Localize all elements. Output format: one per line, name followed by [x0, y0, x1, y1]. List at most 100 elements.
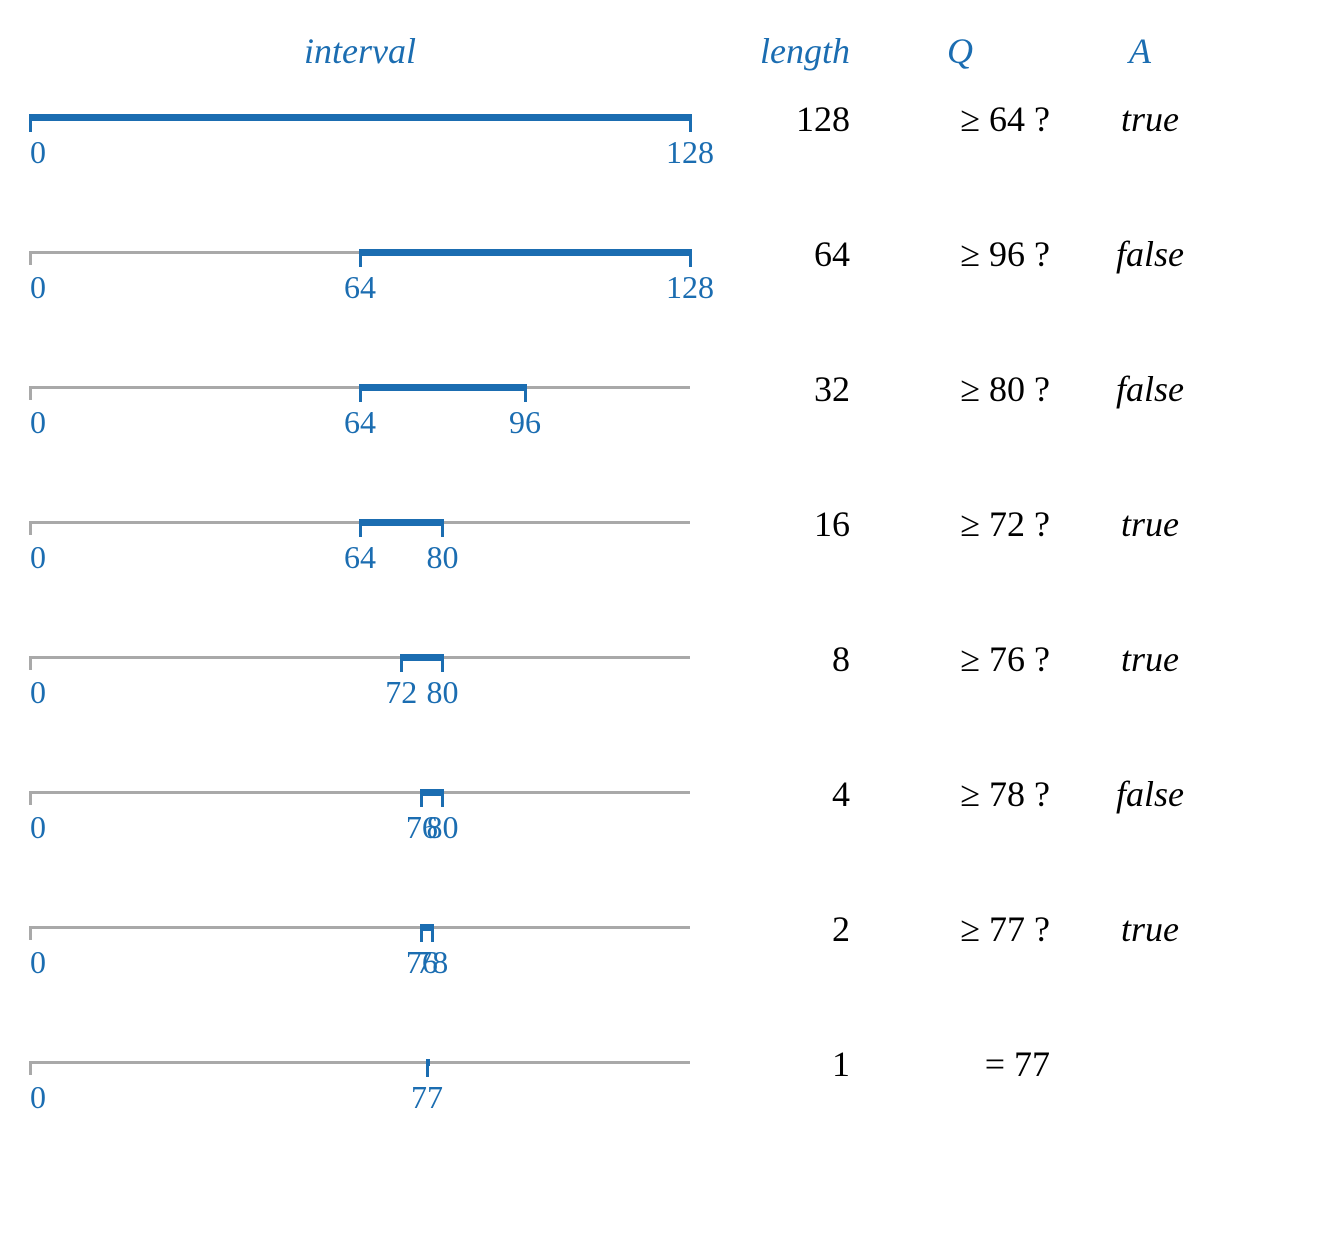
tick-label: 64 [344, 269, 376, 306]
active-interval [360, 519, 443, 526]
length-value: 16 [700, 503, 860, 545]
answer-value: true [1060, 98, 1230, 140]
tick [29, 656, 32, 670]
tick-label: 0 [30, 944, 46, 981]
answer-value: true [1060, 638, 1230, 680]
header-row: interval length Q A [20, 30, 1312, 72]
tick [359, 249, 362, 267]
query-value: ≥ 64 ? [860, 98, 1060, 140]
tick-label: 0 [30, 539, 46, 576]
step-row: 0649632≥ 80 ?false [20, 382, 1312, 462]
length-value: 64 [700, 233, 860, 275]
interval-cell: 07280 [20, 652, 700, 662]
range-line [30, 791, 690, 794]
active-interval [360, 384, 525, 391]
tick-label: 80 [427, 539, 459, 576]
step-row: 06412864≥ 96 ?false [20, 247, 1312, 327]
tick-label: 0 [30, 674, 46, 711]
range-line [30, 656, 690, 659]
tick [441, 789, 444, 807]
step-meta: 64≥ 96 ?false [700, 233, 1230, 273]
interval-cell: 07680 [20, 787, 700, 797]
answer-value: false [1060, 233, 1230, 275]
interval-header: interval [20, 30, 700, 72]
answer-value: false [1060, 368, 1230, 410]
tick [29, 114, 32, 132]
tick [29, 791, 32, 805]
query-value: ≥ 96 ? [860, 233, 1060, 275]
step-row: 076804≥ 78 ?false [20, 787, 1312, 867]
interval-cell: 064128 [20, 247, 700, 257]
interval-axis: 077 [20, 1057, 700, 1067]
active-interval [401, 654, 442, 661]
tick [441, 519, 444, 537]
tick [29, 386, 32, 400]
interval-cell: 077 [20, 1057, 700, 1067]
interval-cell: 06480 [20, 517, 700, 527]
tick [29, 251, 32, 265]
tick [689, 249, 692, 267]
query-value: ≥ 72 ? [860, 503, 1060, 545]
tick [524, 384, 527, 402]
tick-label: 0 [30, 809, 46, 846]
tick [29, 521, 32, 535]
tick-label: 64 [344, 404, 376, 441]
step-row: 0128128≥ 64 ?true [20, 112, 1312, 192]
interval-cell: 0128 [20, 112, 700, 122]
length-value: 1 [700, 1043, 860, 1085]
step-row: 076782≥ 77 ?true [20, 922, 1312, 1002]
tick [426, 1059, 429, 1077]
interval-axis: 0128 [20, 112, 700, 122]
step-row: 0771= 77 [20, 1057, 1312, 1137]
length-header: length [700, 30, 860, 72]
step-meta: 8≥ 76 ?true [700, 638, 1230, 678]
step-row: 0648016≥ 72 ?true [20, 517, 1312, 597]
step-meta: 32≥ 80 ?false [700, 368, 1230, 408]
diagram-container: interval length Q A 0128128≥ 64 ?true064… [20, 30, 1312, 1137]
interval-axis: 06496 [20, 382, 700, 392]
a-header: A [1060, 30, 1220, 72]
range-line [30, 1061, 690, 1064]
active-interval [360, 249, 690, 256]
length-value: 8 [700, 638, 860, 680]
tick-label: 128 [666, 269, 714, 306]
query-value: ≥ 76 ? [860, 638, 1060, 680]
tick-label: 80 [427, 674, 459, 711]
tick [420, 924, 423, 942]
interval-axis: 07678 [20, 922, 700, 932]
q-header: Q [860, 30, 1060, 72]
interval-axis: 07280 [20, 652, 700, 662]
length-value: 2 [700, 908, 860, 950]
tick [420, 789, 423, 807]
tick-label: 0 [30, 269, 46, 306]
tick [29, 1061, 32, 1075]
tick [431, 924, 434, 942]
tick-label: 128 [666, 134, 714, 171]
tick-label: 0 [30, 404, 46, 441]
tick [400, 654, 403, 672]
tick-label: 64 [344, 539, 376, 576]
range-line [30, 926, 690, 929]
tick [689, 114, 692, 132]
step-meta: 128≥ 64 ?true [700, 98, 1230, 138]
active-interval [422, 789, 443, 796]
query-value: = 77 [860, 1043, 1060, 1085]
tick-label: 80 [427, 809, 459, 846]
active-interval [30, 114, 690, 121]
answer-value: false [1060, 773, 1230, 815]
query-value: ≥ 80 ? [860, 368, 1060, 410]
tick-label: 0 [30, 134, 46, 171]
steps-list: 0128128≥ 64 ?true06412864≥ 96 ?false0649… [20, 112, 1312, 1137]
step-meta: 4≥ 78 ?false [700, 773, 1230, 813]
tick-label: 77 [411, 1079, 443, 1116]
step-row: 072808≥ 76 ?true [20, 652, 1312, 732]
interval-axis: 064128 [20, 247, 700, 257]
tick [359, 384, 362, 402]
answer-value: true [1060, 503, 1230, 545]
tick-label: 78 [416, 944, 448, 981]
tick-label: 0 [30, 1079, 46, 1116]
query-value: ≥ 77 ? [860, 908, 1060, 950]
tick-label: 72 [385, 674, 417, 711]
tick [29, 926, 32, 940]
length-value: 4 [700, 773, 860, 815]
